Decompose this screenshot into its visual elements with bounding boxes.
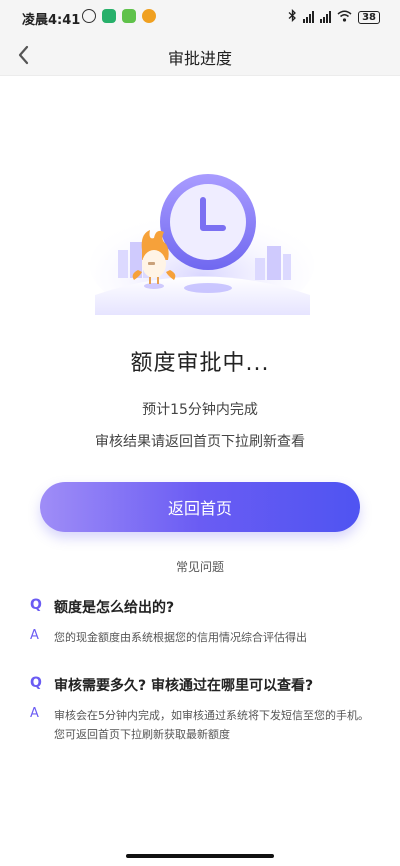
faq-answer-row: A 您的现金额度由系统根据您的信用情况综合评估得出 (30, 628, 370, 647)
answer-mark-label: A (30, 706, 39, 721)
answer-mark-label: A (30, 628, 39, 643)
weibo-icon (142, 9, 156, 23)
download-icon (122, 9, 136, 23)
faq-item: Q 额度是怎么给出的? A 您的现金额度由系统根据您的信用情况综合评估得出 (30, 597, 370, 647)
app-notification-icon (102, 9, 116, 23)
faq-answer-row: A 审核会在5分钟内完成，如审核通过系统将下发短信至您的手机。您可返回首页下拉刷… (30, 706, 370, 744)
faq-answer: 您的现金额度由系统根据您的信用情况综合评估得出 (54, 631, 307, 644)
alarm-icon (82, 9, 96, 23)
question-mark-label: Q (30, 675, 42, 691)
faq-question-row: Q 审核需要多久? 审核通过在哪里可以查看? (30, 675, 370, 695)
faq-answer: 审核会在5分钟内完成，如审核通过系统将下发短信至您的手机。您可返回首页下拉刷新获… (54, 709, 369, 741)
faq-item: Q 审核需要多久? 审核通过在哪里可以查看? A 审核会在5分钟内完成，如审核通… (30, 675, 370, 744)
bluetooth-icon (288, 8, 297, 25)
eta-text: 预计15分钟内完成 (142, 402, 258, 418)
status-bar: 凌晨4:41 38 (0, 0, 400, 34)
approval-pending-illustration (90, 170, 315, 320)
signal-icon-1 (303, 11, 315, 23)
faq-section-title: 常见问题 (175, 560, 224, 574)
faq-question-row: Q 额度是怎么给出的? (30, 597, 370, 617)
signal-icon-2 (320, 11, 332, 23)
wifi-icon (337, 10, 352, 25)
status-time: 凌晨4:41 (22, 13, 81, 28)
question-mark-label: Q (30, 597, 42, 613)
faq-question: 审核需要多久? 审核通过在哪里可以查看? (54, 678, 314, 694)
page-title: 审批进度 (167, 49, 232, 68)
approval-status-headline: 额度审批中... (130, 351, 270, 376)
faq-question: 额度是怎么给出的? (54, 600, 175, 616)
nav-bar: 审批进度 (0, 34, 400, 76)
battery-icon: 38 (358, 10, 380, 24)
notification-icons (82, 9, 156, 23)
home-indicator[interactable] (126, 854, 274, 858)
system-icons: 38 (288, 8, 380, 25)
return-home-button[interactable]: 返回首页 (40, 482, 360, 532)
refresh-hint-text: 审核结果请返回首页下拉刷新查看 (95, 434, 305, 450)
